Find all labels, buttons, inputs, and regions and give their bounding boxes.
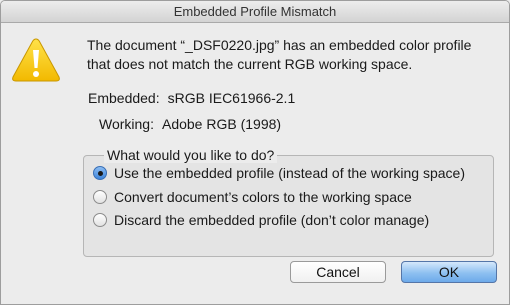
profile-mismatch-dialog: Embedded Profile Mismatch The document “…	[0, 0, 510, 305]
mismatch-message: The document “_DSF0220.jpg” has an embed…	[87, 37, 472, 72]
working-label: Working:	[99, 116, 154, 132]
option-convert-label[interactable]: Convert document’s colors to the working…	[114, 189, 412, 205]
working-value: Adobe RGB (1998)	[161, 116, 282, 132]
option-discard[interactable]: Discard the embedded profile (don’t colo…	[93, 212, 429, 228]
window-title: Embedded Profile Mismatch	[173, 4, 337, 19]
embedded-profile-row: Embedded: sRGB IEC61966-2.1	[88, 90, 295, 106]
option-use-embedded-label[interactable]: Use the embedded profile (instead of the…	[114, 165, 465, 181]
radio-use-embedded[interactable]	[93, 166, 107, 180]
dialog-content: The document “_DSF0220.jpg” has an embed…	[1, 24, 509, 304]
embedded-value: sRGB IEC61966-2.1	[167, 90, 296, 106]
options-legend: What would you like to do?	[104, 147, 278, 163]
option-discard-label[interactable]: Discard the embedded profile (don’t colo…	[114, 212, 429, 228]
embedded-label: Embedded:	[88, 90, 160, 106]
radio-discard[interactable]	[93, 213, 107, 227]
working-space-row: Working: Adobe RGB (1998)	[99, 116, 281, 132]
cancel-button[interactable]: Cancel	[290, 261, 386, 283]
warning-icon	[12, 38, 60, 82]
ok-button[interactable]: OK	[401, 261, 497, 283]
option-use-embedded[interactable]: Use the embedded profile (instead of the…	[93, 165, 465, 181]
window-titlebar[interactable]: Embedded Profile Mismatch	[1, 1, 509, 23]
option-convert[interactable]: Convert document’s colors to the working…	[93, 189, 412, 205]
radio-convert[interactable]	[93, 190, 107, 204]
